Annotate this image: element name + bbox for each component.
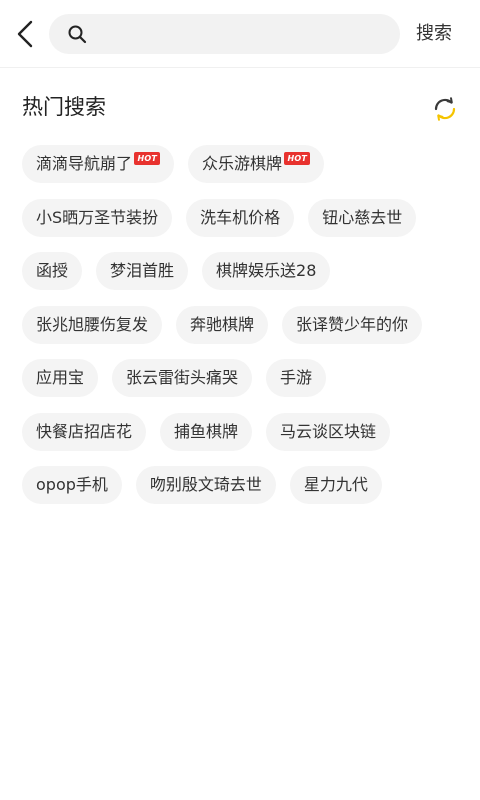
tag-row: 滴滴导航崩了 HOT 众乐游棋牌 HOT xyxy=(22,145,462,183)
hot-search-tag[interactable]: 马云谈区块链 xyxy=(266,412,391,451)
hot-search-tag-label: 滴滴导航崩了 xyxy=(36,154,133,173)
hot-search-tag[interactable]: 钮心慈去世 xyxy=(308,198,417,237)
hot-search-tag[interactable]: 应用宝 xyxy=(22,359,99,397)
hot-search-tag-label: 小S晒万圣节装扮 xyxy=(36,207,159,227)
hot-search-tag[interactable]: 滴滴导航崩了 HOT xyxy=(22,145,175,183)
tag-row: opop手机 吻别殷文琦去世 星力九代 xyxy=(22,466,462,504)
hot-search-tag[interactable]: opop手机 xyxy=(22,466,122,504)
hot-badge: HOT xyxy=(134,152,161,165)
hot-search-tag[interactable]: 小S晒万圣节装扮 xyxy=(22,198,173,237)
hot-search-tag[interactable]: 快餐店招店花 xyxy=(22,412,147,451)
tag-row: 小S晒万圣节装扮 洗车机价格 钮心慈去世 xyxy=(22,198,462,237)
search-button[interactable]: 搜索 xyxy=(416,20,452,48)
hot-search-tag-label: 张云雷街头痛哭 xyxy=(126,368,239,387)
hot-badge: HOT xyxy=(284,152,311,165)
hot-search-tag-label: 棋牌娱乐送28 xyxy=(216,261,317,280)
hot-search-tag[interactable]: 吻别殷文琦去世 xyxy=(135,466,276,504)
tag-row: 函授 梦泪首胜 棋牌娱乐送28 xyxy=(22,252,462,290)
search-icon xyxy=(68,25,87,44)
hot-search-tag[interactable]: 张译赞少年的你 xyxy=(282,305,423,344)
hot-search-tag[interactable]: 洗车机价格 xyxy=(186,198,295,237)
hot-search-tag-label: 星力九代 xyxy=(303,475,368,494)
hot-search-tag-label: 洗车机价格 xyxy=(200,207,281,227)
back-button[interactable] xyxy=(10,17,40,51)
search-input[interactable] xyxy=(95,14,389,56)
app-root: 搜索 热门搜索 滴滴导航崩了 HOT 众乐游棋牌 HOT 小S晒万圣节装扮 洗车机价格 钮心… xyxy=(0,0,480,800)
hot-search-tag[interactable]: 张云雷街头痛哭 xyxy=(112,359,253,397)
refresh-icon xyxy=(434,97,456,121)
tag-row: 张兆旭腰伤复发 奔驰棋牌 张译赞少年的你 xyxy=(22,305,462,344)
hot-search-tag-label: 函授 xyxy=(36,261,69,280)
hot-search-tag-label: 吻别殷文琦去世 xyxy=(149,475,262,494)
refresh-button[interactable] xyxy=(432,96,458,122)
hot-search-tag-label: 手游 xyxy=(280,368,313,387)
hot-search-tag-label: 张兆旭腰伤复发 xyxy=(36,314,149,334)
hot-search-tag-label: 马云谈区块链 xyxy=(280,421,377,441)
top-search-bar: 搜索 xyxy=(0,0,480,68)
hot-search-tag-label: opop手机 xyxy=(36,475,108,494)
hot-search-tags: 滴滴导航崩了 HOT 众乐游棋牌 HOT 小S晒万圣节装扮 洗车机价格 钮心慈去世 函授 梦泪首… xyxy=(22,145,462,520)
hot-search-tag-label: 快餐店招店花 xyxy=(36,421,133,441)
tag-row: 应用宝 张云雷街头痛哭 手游 xyxy=(22,359,462,397)
hot-search-tag[interactable]: 捕鱼棋牌 xyxy=(160,412,253,451)
hot-search-tag[interactable]: 梦泪首胜 xyxy=(96,252,189,290)
hot-search-tag-label: 众乐游棋牌 xyxy=(202,154,283,173)
hot-search-tag-label: 捕鱼棋牌 xyxy=(174,421,239,441)
hot-search-title: 热门搜索 xyxy=(22,95,106,119)
hot-search-tag-label: 钮心慈去世 xyxy=(322,207,403,227)
hot-search-tag[interactable]: 棋牌娱乐送28 xyxy=(202,252,331,290)
hot-search-tag-label: 应用宝 xyxy=(36,368,85,387)
hot-search-tag-label: 梦泪首胜 xyxy=(110,261,175,280)
tag-row: 快餐店招店花 捕鱼棋牌 马云谈区块链 xyxy=(22,412,462,451)
hot-search-tag[interactable]: 众乐游棋牌 HOT xyxy=(188,145,325,183)
hot-search-tag[interactable]: 手游 xyxy=(266,359,327,397)
hot-search-tag-label: 张译赞少年的你 xyxy=(296,314,409,334)
chevron-left-icon xyxy=(17,20,33,48)
hot-search-tag[interactable]: 张兆旭腰伤复发 xyxy=(22,305,163,344)
hot-search-tag[interactable]: 函授 xyxy=(22,252,83,290)
hot-search-tag[interactable]: 星力九代 xyxy=(289,466,382,504)
hot-search-tag-label: 奔驰棋牌 xyxy=(190,314,255,334)
hot-search-tag[interactable]: 奔驰棋牌 xyxy=(176,305,269,344)
search-box[interactable] xyxy=(49,14,400,56)
